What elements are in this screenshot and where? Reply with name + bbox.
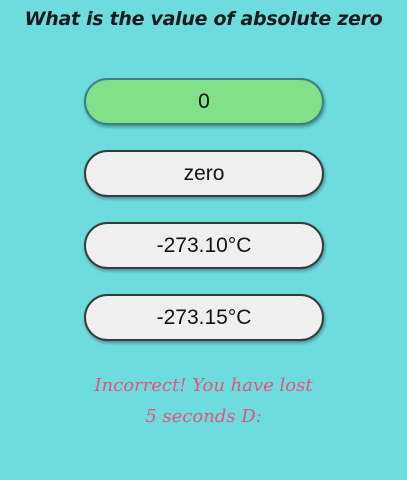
feedback-message: Incorrect! You have lost 5 seconds D: — [0, 370, 407, 432]
feedback-line-2: 5 seconds D: — [145, 406, 262, 427]
answer-button-3[interactable]: -273.10°C — [84, 222, 324, 269]
answer-button-4[interactable]: -273.15°C — [84, 294, 324, 341]
answer-list: 0 zero -273.10°C -273.15°C — [84, 78, 324, 366]
question-title: What is the value of absolute zero — [24, 8, 383, 30]
answer-button-1[interactable]: 0 — [84, 78, 324, 125]
feedback-line-1: Incorrect! You have lost — [94, 375, 313, 396]
answer-button-2[interactable]: zero — [84, 150, 324, 197]
